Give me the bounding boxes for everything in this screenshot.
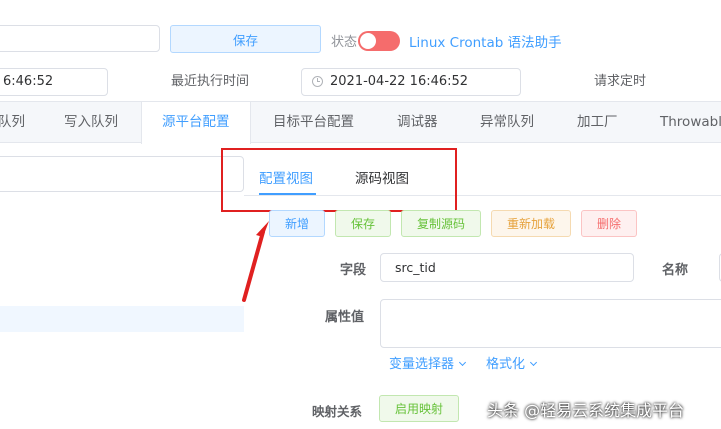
last-exec-value: 2021-04-22 16:46:52 — [330, 74, 469, 89]
toolbar-save-button[interactable]: 保存 — [170, 25, 321, 53]
tab-factory[interactable]: 加工厂 — [577, 102, 618, 142]
toggle-knob — [360, 33, 376, 49]
chevron-down-icon — [529, 358, 538, 367]
clock-icon — [312, 76, 323, 87]
field-value: src_tid — [395, 260, 436, 275]
left-time-field[interactable]: 6:46:52 — [0, 68, 108, 96]
var-selector-link[interactable]: 变量选择器 — [389, 353, 467, 372]
left-time-value: 6:46:52 — [3, 74, 54, 89]
tab-source-platform[interactable]: 源平台配置 — [141, 102, 251, 144]
watermark-text: 头条 @轻易云系统集成平台 — [487, 401, 685, 420]
tab-queue[interactable]: 队列 — [0, 102, 25, 142]
crontab-helper-link[interactable]: Linux Crontab 语法助手 — [409, 31, 562, 51]
tab-target-platform[interactable]: 目标平台配置 — [273, 102, 354, 142]
field-input[interactable]: src_tid — [380, 253, 634, 282]
last-exec-field[interactable]: 2021-04-22 16:46:52 — [301, 68, 521, 96]
tab-throwable[interactable]: Throwable — [660, 102, 721, 142]
attr-label: 属性值 — [325, 310, 365, 325]
tab-exception-queue[interactable]: 异常队列 — [480, 102, 534, 142]
annotation-highlight-box — [221, 148, 457, 212]
chevron-down-icon — [458, 358, 467, 367]
enable-mapping-button[interactable]: 启用映射 — [379, 395, 459, 422]
main-tabs: 队列 写入队列 源平台配置 目标平台配置 调试器 异常队列 加工厂 Throwa… — [0, 101, 721, 144]
copy-source-button[interactable]: 复制源码 — [401, 210, 481, 237]
request-timing-label: 请求定时 — [594, 74, 647, 89]
attr-textarea[interactable] — [380, 299, 721, 348]
last-exec-label: 最近执行时间 — [171, 74, 250, 89]
format-link[interactable]: 格式化 — [486, 353, 538, 372]
name-label: 名称 — [662, 263, 689, 278]
tab-debugger[interactable]: 调试器 — [397, 102, 438, 142]
reload-button[interactable]: 重新加载 — [491, 210, 571, 237]
status-toggle[interactable] — [358, 31, 400, 51]
field-label: 字段 — [340, 263, 367, 278]
add-button[interactable]: 新增 — [269, 210, 325, 237]
delete-button[interactable]: 删除 — [581, 210, 637, 237]
save-button[interactable]: 保存 — [335, 210, 391, 237]
status-label: 状态 — [331, 35, 358, 50]
toolbar-save-label: 保存 — [232, 32, 258, 48]
tab-write-queue[interactable]: 写入队列 — [64, 102, 118, 142]
top-left-input[interactable] — [0, 25, 160, 52]
left-search-input[interactable] — [0, 156, 244, 192]
mapping-label: 映射关系 — [312, 404, 363, 419]
left-tree-highlight-row[interactable] — [0, 306, 244, 332]
